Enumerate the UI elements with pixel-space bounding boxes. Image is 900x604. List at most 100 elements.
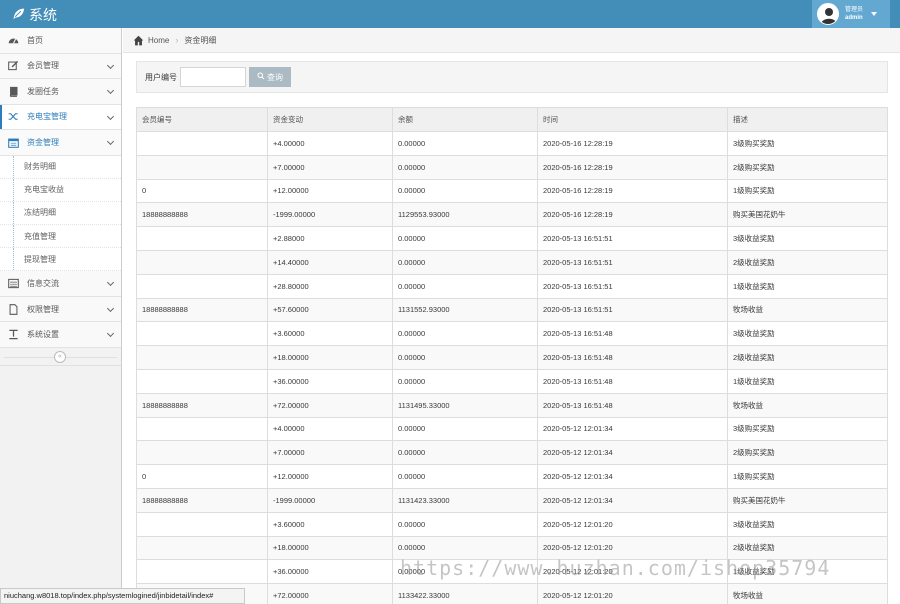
submenu-item-powerbank-income[interactable]: 充电宝收益 xyxy=(0,178,121,202)
breadcrumb: Home › 资金明细 xyxy=(123,28,900,53)
table-cell xyxy=(136,511,268,537)
sidebar-item-label: 资金管理 xyxy=(27,137,59,147)
table-row: +36.00000 0.00000 2020-05-12 12:01:20 1级收益奖… xyxy=(136,559,888,585)
table-cell xyxy=(136,273,268,299)
double-angle-left-icon[interactable]: « xyxy=(54,350,66,363)
table-cell xyxy=(136,416,268,442)
table-row: 0 +12.00000 0.00000 2020-05-12 12:01:34 1级购买… xyxy=(136,464,888,489)
sidebar: 首页 会员管理 发圈任务 充电宝管理 资金管理 财务明细 充电宝收益 冻结明细 … xyxy=(0,28,122,590)
table-cell: 2020-05-16 12:28:19 xyxy=(537,202,728,228)
table-row: +3.60000 0.00000 2020-05-12 12:01:20 3级收益奖励 xyxy=(136,511,888,537)
table-cell: 18888888888 xyxy=(136,297,268,323)
table-cell: 0.00000 xyxy=(392,131,538,156)
text-width-icon xyxy=(6,329,20,340)
table-cell: 1级购买奖励 xyxy=(727,464,888,489)
random-icon xyxy=(6,111,20,122)
table-cell xyxy=(136,559,268,585)
table-cell: 购买美国花奶牛 xyxy=(727,487,888,513)
chevron-down-icon xyxy=(106,112,115,120)
table-row: +4.00000 0.00000 2020-05-12 12:01:34 3级购买奖励 xyxy=(136,416,888,442)
table-cell: 2020-05-12 12:01:34 xyxy=(537,487,728,513)
table-cell: 0.00000 xyxy=(392,345,538,370)
chevron-down-icon xyxy=(106,137,115,146)
table-row: 18888888888 -1999.00000 1131423.33000 2020-… xyxy=(136,487,888,513)
table-cell: 1131552.93000 xyxy=(392,297,538,323)
search-button[interactable]: 查询 xyxy=(249,67,291,87)
breadcrumb-home[interactable]: Home xyxy=(148,36,169,45)
dashboard-icon xyxy=(6,35,20,46)
submenu-item-recharge[interactable]: 充值管理 xyxy=(0,225,121,249)
table-header-row: 会员编号 资金变动 余额 时间 描述 xyxy=(136,107,888,132)
table-cell: 2级收益奖励 xyxy=(727,249,888,275)
table-cell: +4.00000 xyxy=(267,416,393,442)
table-cell: 0.00000 xyxy=(392,368,538,394)
table-cell: +14.40000 xyxy=(267,249,393,275)
sidebar-item-label: 发圈任务 xyxy=(27,86,59,96)
table-cell: 2020-05-12 12:01:20 xyxy=(537,583,728,604)
table-cell: 18888888888 xyxy=(136,392,268,418)
sidebar-item-permissions[interactable]: 权限管理 xyxy=(0,296,121,323)
table-cell: 2020-05-12 12:01:34 xyxy=(537,440,728,466)
submenu-item-frozen-detail[interactable]: 冻结明细 xyxy=(0,201,121,226)
sidebar-item-funds[interactable]: 资金管理 xyxy=(0,130,121,156)
table-cell: +36.00000 xyxy=(267,559,393,585)
table-cell: 2020-05-12 12:01:20 xyxy=(537,535,728,561)
chevron-down-icon xyxy=(106,61,115,69)
user-menu[interactable]: 管理员 admin xyxy=(812,0,890,28)
table-cell: 1131423.33000 xyxy=(392,487,538,513)
table-cell: +18.00000 xyxy=(267,345,393,370)
table-cell: 2020-05-13 16:51:48 xyxy=(537,368,728,394)
table-cell: 2020-05-13 16:51:51 xyxy=(537,273,728,299)
fund-detail-table: 会员编号 资金变动 余额 时间 描述 +4.00000 0.00000 2020-0… xyxy=(136,107,888,604)
sidebar-item-powerbank[interactable]: 充电宝管理 xyxy=(0,104,121,130)
table-cell: +57.60000 xyxy=(267,297,393,323)
chevron-down-icon xyxy=(106,304,115,312)
table-cell: +36.00000 xyxy=(267,368,393,394)
table-cell: 3级收益奖励 xyxy=(727,226,888,251)
sidebar-item-home[interactable]: 首页 xyxy=(0,28,121,54)
table-cell: 购买美国花奶牛 xyxy=(727,202,888,228)
table-cell: 牧场收益 xyxy=(727,583,888,604)
submenu-item-withdraw[interactable]: 提现管理 xyxy=(0,248,121,272)
user-id-label: 用户编号 xyxy=(145,72,177,82)
table-cell: 2级购买奖励 xyxy=(727,154,888,180)
table-cell: +4.00000 xyxy=(267,131,393,156)
table-cell: 1133422.33000 xyxy=(392,583,538,604)
table-cell: 1131495.33000 xyxy=(392,392,538,418)
breadcrumb-current: 资金明细 xyxy=(184,35,217,45)
user-id-input[interactable] xyxy=(180,67,246,87)
table-cell xyxy=(136,321,268,347)
table-cell: 牧场收益 xyxy=(727,392,888,418)
column-header-description: 描述 xyxy=(727,107,888,132)
table-cell xyxy=(136,131,268,156)
table-cell: +7.00000 xyxy=(267,154,393,180)
table-cell xyxy=(136,440,268,466)
sidebar-item-tasks[interactable]: 发圈任务 xyxy=(0,79,121,105)
table-cell: +3.60000 xyxy=(267,321,393,347)
book-icon xyxy=(6,86,20,97)
table-cell: 18888888888 xyxy=(136,487,268,513)
table-cell: 0.00000 xyxy=(392,416,538,442)
brand[interactable]: 系统 xyxy=(12,5,57,25)
top-navbar: 系统 管理员 admin xyxy=(0,0,900,28)
table-cell: 3级购买奖励 xyxy=(727,416,888,442)
table-cell: 2020-05-13 16:51:51 xyxy=(537,297,728,323)
table-row: +14.40000 0.00000 2020-05-13 16:51:51 2级收益奖… xyxy=(136,249,888,275)
table-cell: 2020-05-13 16:51:48 xyxy=(537,392,728,418)
sidebar-item-label: 信息交流 xyxy=(27,279,59,289)
search-icon xyxy=(257,72,265,82)
table-row: +7.00000 0.00000 2020-05-16 12:28:19 2级购买奖励 xyxy=(136,154,888,180)
table-cell: 2020-05-12 12:01:34 xyxy=(537,464,728,489)
table-row: +18.00000 0.00000 2020-05-12 12:01:20 2级收益奖… xyxy=(136,535,888,561)
submenu-item-finance-detail[interactable]: 财务明细 xyxy=(0,155,121,179)
table-cell: 0 xyxy=(136,178,268,204)
user-name: admin xyxy=(845,15,863,21)
table-cell: 18888888888 xyxy=(136,202,268,228)
sidebar-item-settings[interactable]: 系统设置 xyxy=(0,322,121,348)
table-cell: -1999.00000 xyxy=(267,202,393,228)
sidebar-item-messages[interactable]: 信息交流 xyxy=(0,271,121,297)
sidebar-item-label: 权限管理 xyxy=(27,304,59,314)
table-cell: 2020-05-13 16:51:48 xyxy=(537,321,728,347)
sidebar-item-members[interactable]: 会员管理 xyxy=(0,53,121,79)
column-header-balance: 余额 xyxy=(392,107,538,132)
